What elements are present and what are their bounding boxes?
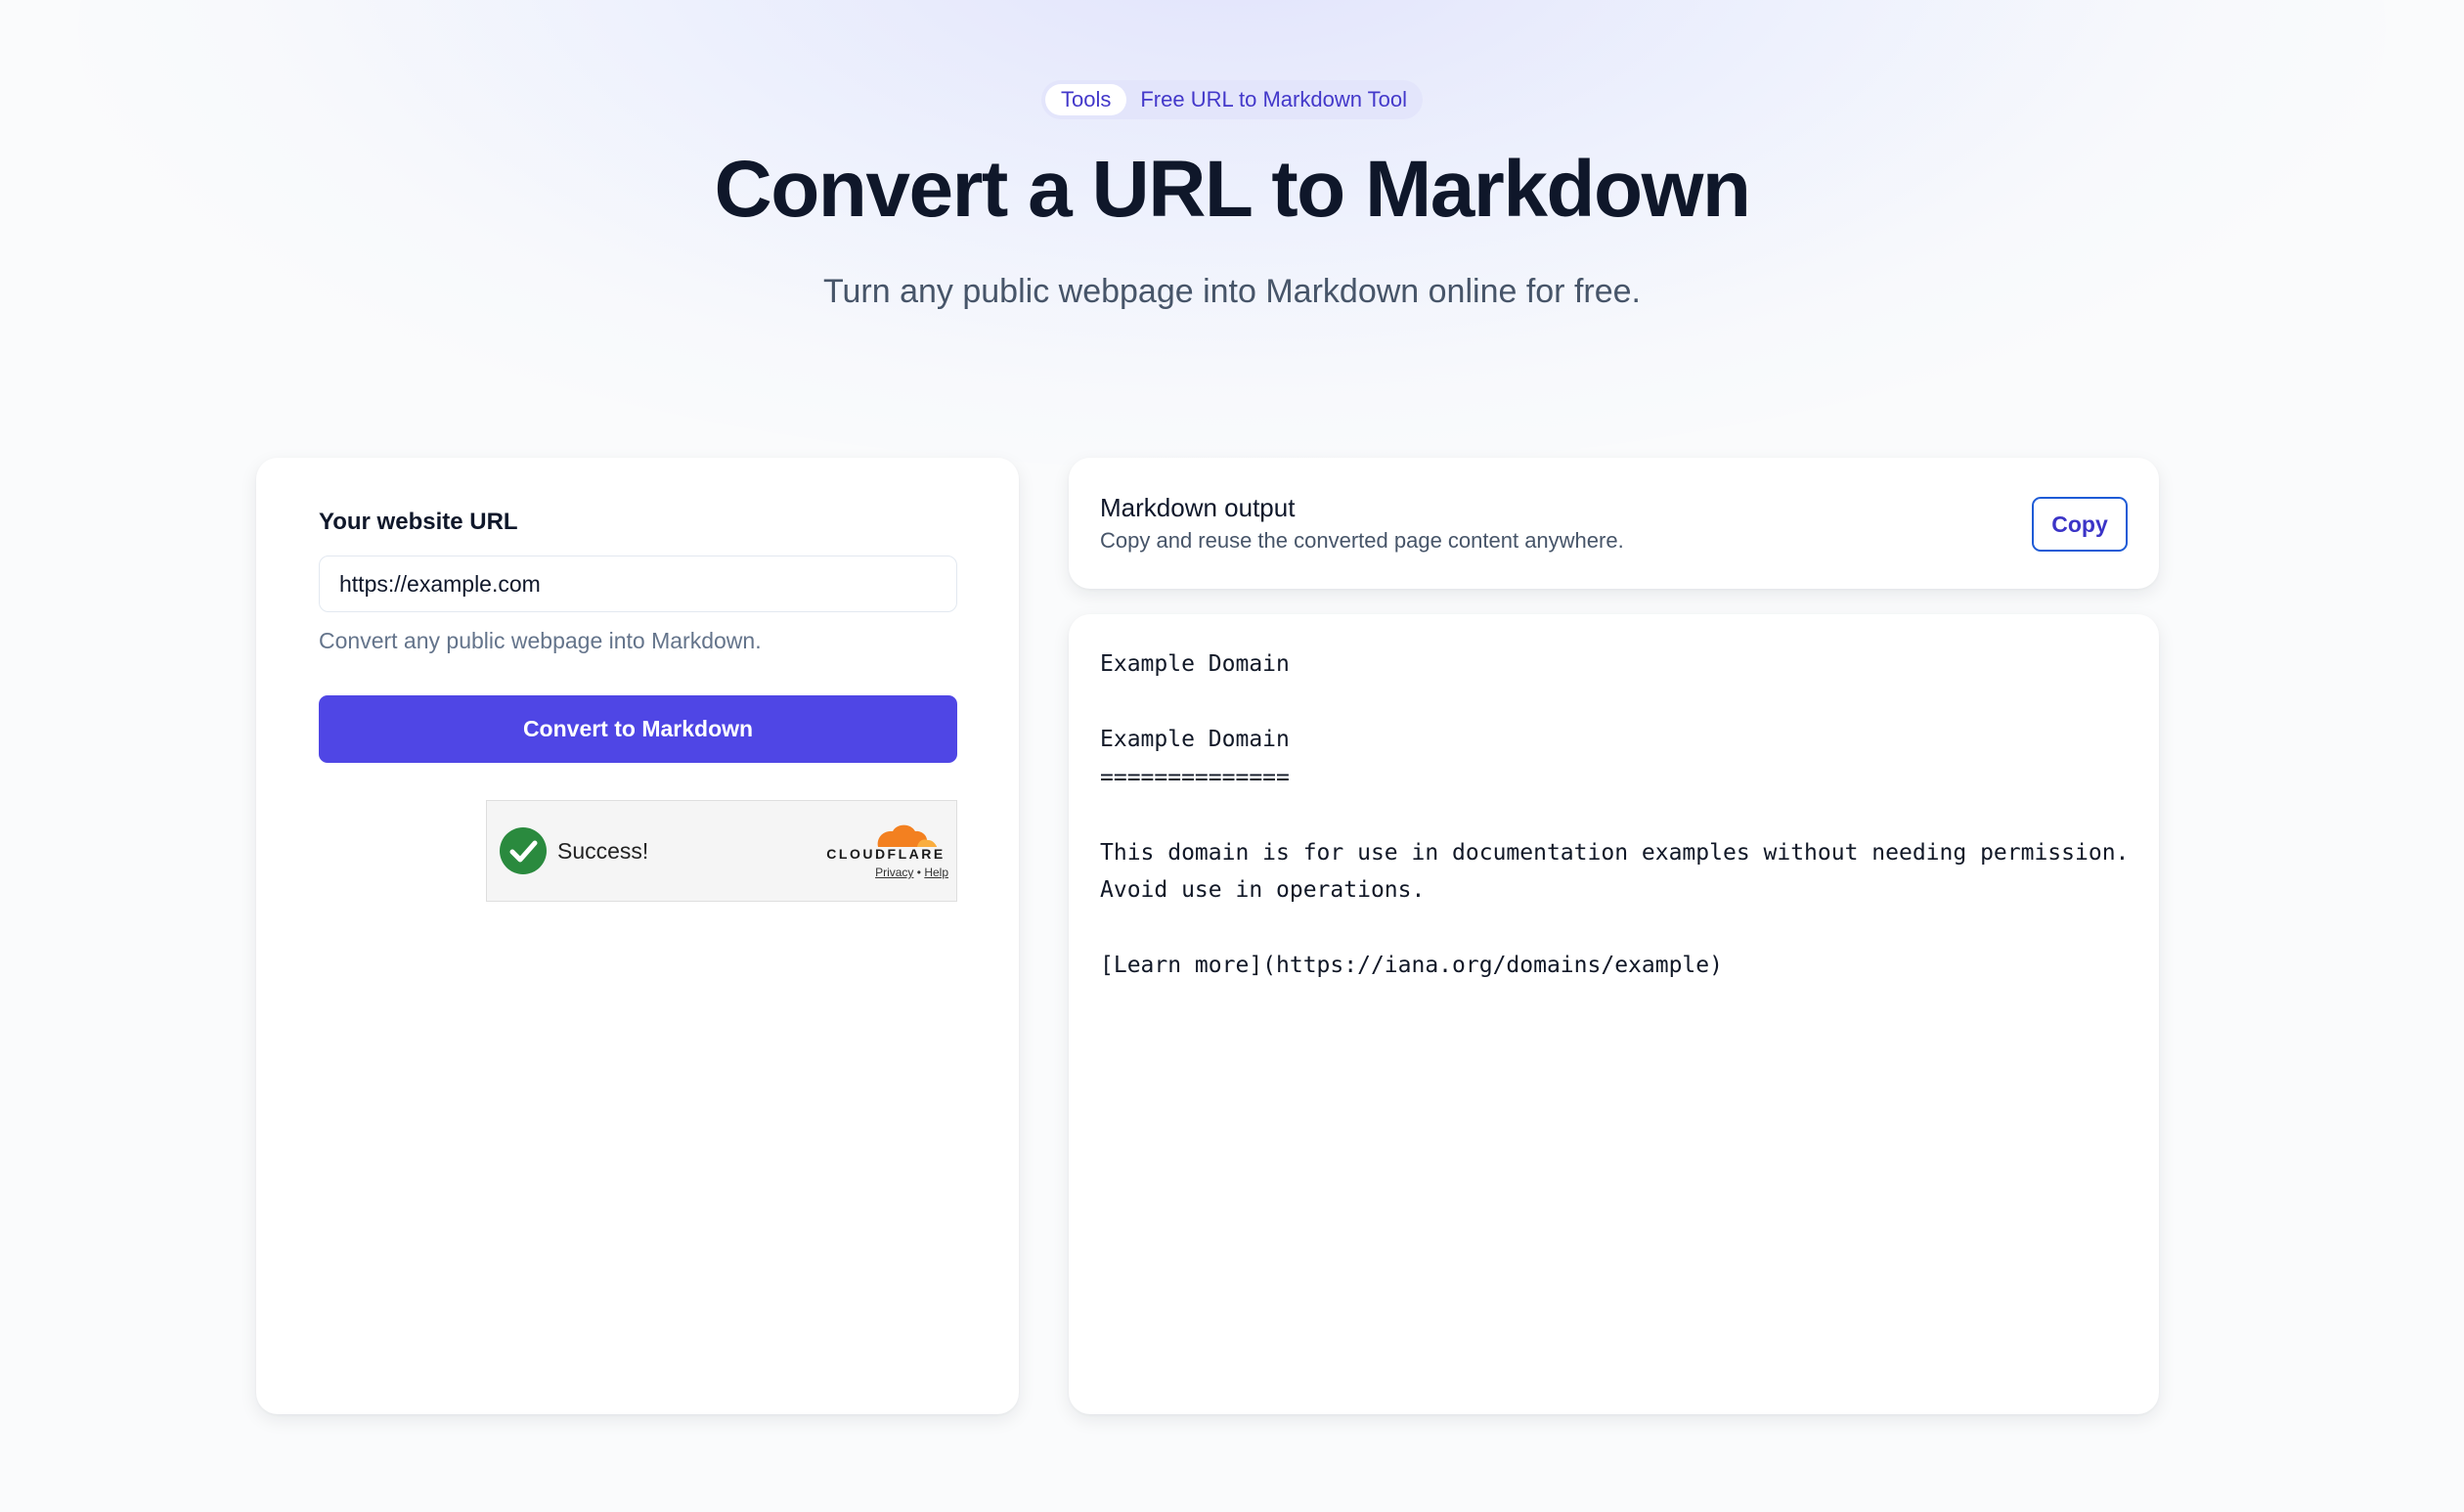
markdown-output[interactable]: Example Domain Example Domain ==========… — [1100, 645, 2129, 985]
privacy-link[interactable]: Privacy — [875, 866, 913, 879]
url-label: Your website URL — [319, 509, 518, 535]
help-link[interactable]: Help — [924, 866, 948, 879]
copy-button[interactable]: Copy — [2032, 497, 2128, 552]
url-help-text: Convert any public webpage into Markdown… — [319, 628, 762, 653]
captcha-widget[interactable]: Success! CLOUDFLARE Privacy • Help — [486, 800, 957, 902]
breadcrumb-tools-link[interactable]: Tools — [1044, 84, 1127, 115]
url-input[interactable] — [319, 556, 957, 612]
captcha-links: Privacy • Help — [819, 866, 948, 879]
link-separator: • — [916, 866, 921, 879]
output-description: Copy and reuse the converted page conten… — [1100, 528, 1624, 553]
captcha-status: Success! — [557, 838, 649, 864]
page-subtitle: Turn any public webpage into Markdown on… — [823, 273, 1641, 310]
page-title: Convert a URL to Markdown — [714, 145, 1751, 234]
convert-button[interactable]: Convert to Markdown — [319, 695, 957, 763]
breadcrumb: Tools Free URL to Markdown Tool — [1040, 80, 1424, 119]
output-header-card: Markdown output Copy and reuse the conve… — [1069, 458, 2159, 589]
hero-section: Tools Free URL to Markdown Tool Convert … — [0, 80, 2464, 311]
cloudflare-logo-text: CLOUDFLARE — [826, 846, 946, 862]
check-circle-icon — [500, 827, 547, 874]
output-title: Markdown output — [1100, 493, 1296, 522]
breadcrumb-current: Free URL to Markdown Tool — [1140, 87, 1408, 111]
markdown-output-card: Example Domain Example Domain ==========… — [1069, 614, 2159, 1414]
url-input-card: Your website URL Convert any public webp… — [256, 458, 1019, 1414]
